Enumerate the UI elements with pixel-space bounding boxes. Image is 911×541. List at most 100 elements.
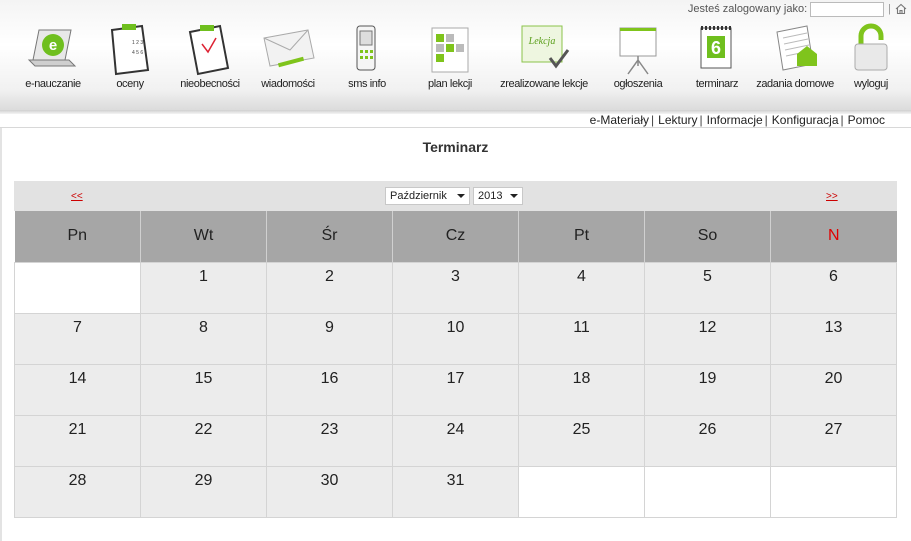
day-cell[interactable]: 31: [392, 465, 519, 518]
day-cell[interactable]: 8: [140, 312, 267, 365]
lesson-plan-icon: [422, 20, 478, 76]
nav-e-nauczanie[interactable]: e e-nauczanie: [25, 20, 81, 90]
weekday-header: Cz: [392, 211, 519, 262]
day-cell[interactable]: 7: [14, 312, 141, 365]
day-cell[interactable]: 29: [140, 465, 267, 518]
day-cell[interactable]: 17: [392, 363, 519, 416]
day-cell[interactable]: 13: [770, 312, 897, 365]
next-month-link[interactable]: >>: [826, 191, 838, 202]
submenu-lektury[interactable]: Lektury: [658, 113, 697, 127]
day-cell[interactable]: 15: [140, 363, 267, 416]
submenu-separator: |: [840, 113, 844, 127]
nav-terminarz[interactable]: 6 terminarz: [689, 20, 745, 90]
day-cell[interactable]: 28: [14, 465, 141, 518]
day-cell[interactable]: 14: [14, 363, 141, 416]
submenu-separator: |: [764, 113, 768, 127]
day-cell[interactable]: 3: [392, 261, 519, 314]
login-bar: Jesteś zalogowany jako: |: [688, 1, 907, 17]
nav-nieobecnosci[interactable]: nieobecności: [180, 20, 240, 90]
day-cell[interactable]: 22: [140, 414, 267, 467]
nav-label: wyloguj: [854, 78, 888, 90]
day-cell[interactable]: 26: [644, 414, 771, 467]
submenu-pomoc[interactable]: Pomoc: [848, 113, 885, 127]
day-cell[interactable]: 11: [518, 312, 645, 365]
day-cell[interactable]: 12: [644, 312, 771, 365]
day-cell[interactable]: 23: [266, 414, 393, 467]
submenu-separator: |: [699, 113, 703, 127]
day-cell[interactable]: 16: [266, 363, 393, 416]
year-select[interactable]: 2013: [473, 187, 523, 205]
nav-sms-info[interactable]: sms info: [339, 20, 395, 90]
calendar: << Październik 2013 >> Pn Wt Śr Cz Pt So: [14, 181, 897, 518]
nav-label: zadania domowe: [756, 78, 834, 90]
login-user-field[interactable]: [810, 1, 885, 17]
nav-ogloszenia[interactable]: ogłoszenia: [610, 20, 666, 90]
submenu: e-Materiały | Lektury | Informacje | Konfig…: [590, 112, 885, 128]
completed-lessons-board-icon: Lekcja: [516, 20, 572, 76]
month-select-value: Październik: [390, 190, 447, 202]
messages-envelope-icon: [260, 20, 316, 76]
svg-text:1 2 3: 1 2 3: [132, 40, 143, 46]
submenu-divider: [0, 127, 911, 128]
empty-day-cell: [518, 465, 645, 518]
absences-clipboard-icon: [182, 20, 238, 76]
nav-wiadomosci[interactable]: wiadomości: [260, 20, 316, 90]
login-separator: |: [888, 3, 891, 15]
day-cell[interactable]: 6: [770, 261, 897, 314]
submenu-informacje[interactable]: Informacje: [707, 113, 763, 127]
day-cell[interactable]: 19: [644, 363, 771, 416]
nav-oceny[interactable]: 1 2 3 4 5 6 oceny: [102, 20, 158, 90]
prev-month-link[interactable]: <<: [71, 191, 83, 202]
weekday-header: So: [644, 211, 771, 262]
nav-label: wiadomości: [261, 78, 315, 90]
weekday-header-sunday: N: [770, 211, 897, 262]
header: Jesteś zalogowany jako: | e e-nauczanie: [0, 0, 911, 112]
nav-label: terminarz: [695, 78, 739, 90]
day-cell[interactable]: 2: [266, 261, 393, 314]
nav-label: nieobecności: [180, 78, 240, 90]
day-cell[interactable]: 20: [770, 363, 897, 416]
day-cell[interactable]: 9: [266, 312, 393, 365]
home-icon[interactable]: [895, 3, 907, 15]
day-cell[interactable]: 21: [14, 414, 141, 467]
day-cell[interactable]: 10: [392, 312, 519, 365]
nav-zrealizowane-lekcje[interactable]: Lekcja zrealizowane lekcje: [498, 20, 590, 90]
weekday-header: Wt: [140, 211, 267, 262]
nav-label: sms info: [348, 78, 386, 90]
page-title: Terminarz: [422, 139, 489, 155]
main-nav: e e-nauczanie 1 2 3 4 5 6 oceny nieobecn…: [0, 20, 911, 100]
day-cell[interactable]: 27: [770, 414, 897, 467]
weekday-header: Pt: [518, 211, 645, 262]
day-cell[interactable]: 25: [518, 414, 645, 467]
day-cell[interactable]: 4: [518, 261, 645, 314]
nav-label: plan lekcji: [428, 78, 472, 90]
submenu-separator: |: [651, 113, 655, 127]
day-cell[interactable]: 30: [266, 465, 393, 518]
nav-zadania-domowe[interactable]: zadania domowe: [756, 20, 834, 90]
nav-plan-lekcji[interactable]: plan lekcji: [422, 20, 478, 90]
day-cell[interactable]: 18: [518, 363, 645, 416]
grades-clipboard-icon: 1 2 3 4 5 6: [102, 20, 158, 76]
svg-text:Lekcja: Lekcja: [528, 36, 556, 47]
nav-label: ogłoszenia: [613, 78, 663, 90]
nav-label: e-nauczanie: [25, 78, 81, 90]
day-cell[interactable]: 5: [644, 261, 771, 314]
week-row: 1 2 3 4 5 6: [14, 261, 897, 314]
weekday-header: Pn: [14, 211, 141, 262]
content-left-border: [0, 128, 2, 541]
empty-day-cell: [770, 465, 897, 518]
calendar-nav: << Październik 2013 >>: [14, 181, 897, 211]
day-cell[interactable]: 24: [392, 414, 519, 467]
svg-text:e: e: [49, 37, 57, 54]
day-cell[interactable]: 1: [140, 261, 267, 314]
nav-wyloguj[interactable]: wyloguj: [843, 20, 899, 90]
empty-day-cell: [644, 465, 771, 518]
nav-label: oceny: [116, 78, 144, 90]
month-select[interactable]: Październik: [385, 187, 470, 205]
login-label: Jesteś zalogowany jako:: [687, 3, 808, 15]
weekday-header: Śr: [266, 211, 393, 262]
week-row: 28 29 30 31: [14, 465, 897, 518]
submenu-konfiguracja[interactable]: Konfiguracja: [772, 113, 839, 127]
submenu-e-materialy[interactable]: e-Materiały: [590, 113, 649, 127]
calendar-grid: Pn Wt Śr Cz Pt So N 1 2 3 4 5 6 7 8 9 10…: [14, 211, 897, 518]
